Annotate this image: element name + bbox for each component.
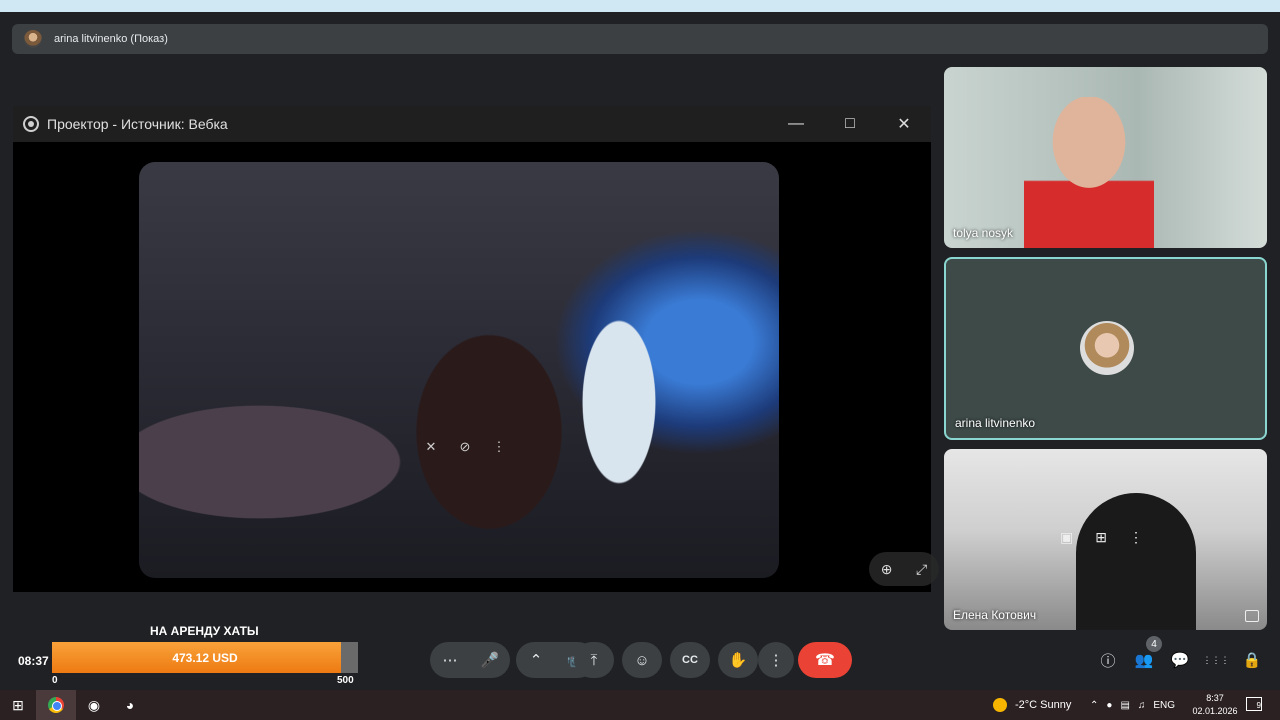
captions-button[interactable]: CC — [670, 642, 710, 678]
emoji-button[interactable]: ☺ — [622, 642, 662, 678]
picture-in-picture-icon[interactable] — [1245, 610, 1259, 622]
network-icon[interactable]: ▤ — [1120, 700, 1129, 711]
participant-tile[interactable]: tolya nosyk — [944, 67, 1267, 248]
system-tray: ⌃ ● ▤ ♫ ENG — [1090, 690, 1175, 720]
present-button[interactable]: ⤒ — [574, 642, 614, 678]
avatar — [1080, 321, 1134, 375]
avatar — [24, 30, 42, 48]
participant-name: tolya nosyk — [953, 226, 1014, 240]
zoom-controls: ⊕ ⤢ — [869, 552, 939, 586]
minimize-button[interactable]: — — [769, 106, 823, 142]
donation-progress-bar: 473.12 USD — [52, 642, 358, 673]
participant-tile-active[interactable]: arina litvinenko — [944, 257, 1267, 440]
more-actions-button[interactable]: ⋮ — [758, 642, 794, 678]
obs-icon — [23, 116, 39, 132]
chat-icon[interactable]: 💬 — [1169, 648, 1191, 672]
mic-tray-icon[interactable]: ● — [1106, 700, 1112, 711]
participant-name: arina litvinenko — [955, 416, 1036, 430]
mute-icon[interactable]: ⊘ — [457, 439, 473, 455]
mic-group: ⋯ 🎤 — [430, 642, 510, 678]
webcam-video — [139, 162, 779, 578]
close-button[interactable]: ✕ — [877, 106, 931, 142]
right-panel-icons: ⓘ 👥 💬 ⋮⋮⋮ 🔒 — [1097, 648, 1263, 672]
progress-max: 500 — [337, 675, 354, 686]
start-icon[interactable]: ⊞ — [0, 690, 36, 720]
obs-taskbar-icon[interactable]: ◉ — [76, 690, 112, 720]
zoom-in-icon[interactable]: ⊕ — [881, 561, 893, 578]
control-group: ⋯ 🎤 ⌃ 📹 — [430, 642, 596, 678]
sun-icon — [993, 698, 1007, 712]
maximize-button[interactable]: □ — [823, 106, 877, 142]
donation-amount: 473.12 USD — [172, 650, 238, 665]
end-call-button[interactable]: ☎ — [798, 642, 852, 678]
raise-hand-button[interactable]: ✋ — [718, 642, 758, 678]
maximize-icon: □ — [845, 115, 855, 132]
close-icon: ✕ — [897, 116, 911, 133]
participant-video — [1024, 97, 1154, 248]
more-options-button[interactable]: ⋯ — [430, 642, 470, 678]
projector-titlebar: Проектор - Источник: Вебка — □ ✕ — [13, 106, 931, 142]
mic-button[interactable]: 🎤 — [470, 642, 510, 678]
weather-text: -2°C Sunny — [1015, 699, 1072, 711]
fullscreen-icon[interactable]: ⤢ — [916, 561, 927, 578]
minimize-icon: — — [788, 115, 804, 132]
browser-tab-strip — [0, 0, 1280, 12]
clock-time: 8:37 — [1206, 693, 1224, 703]
more-vert-icon[interactable]: ⋮ — [1129, 529, 1143, 546]
time-readout: 08:37 — [18, 654, 49, 668]
presenter-label: arina litvinenko (Показ) — [54, 33, 168, 45]
host-controls-icon[interactable]: 🔒 — [1241, 648, 1263, 672]
video-overlay-controls: ✕ ⊘ ⋮ — [423, 439, 507, 455]
chevron-up-icon[interactable]: ⌃ — [1090, 700, 1098, 711]
language-indicator[interactable]: ENG — [1153, 700, 1175, 711]
weather-widget[interactable]: -2°C Sunny — [993, 690, 1071, 720]
presenter-bar: arina litvinenko (Показ) — [12, 24, 1268, 54]
edge-taskbar-icon[interactable]: ◕ — [112, 690, 148, 720]
chrome-taskbar-button[interactable] — [36, 690, 76, 720]
add-to-screen-icon[interactable]: ⊞ — [1095, 529, 1107, 546]
clock-date: 02.01.2026 — [1192, 706, 1238, 716]
chrome-icon — [48, 697, 64, 713]
participant-video — [1076, 493, 1196, 630]
volume-icon[interactable]: ♫ — [1138, 700, 1146, 711]
activities-icon[interactable]: ⋮⋮⋮ — [1203, 648, 1230, 672]
tile-controls: ▣ ⊞ ⋮ — [1060, 529, 1143, 546]
projector-title: Проектор - Источник: Вебка — [47, 116, 228, 132]
donation-title: НА АРЕНДУ ХАТЫ — [150, 624, 259, 638]
projector-window: Проектор - Источник: Вебка — □ ✕ ✕ ⊘ ⋮ ⊕… — [13, 106, 939, 592]
notifications-icon[interactable]: 9 — [1246, 697, 1262, 711]
more-vert-icon[interactable]: ⋮ — [491, 439, 507, 455]
windows-taskbar: ⊞ ◉ ◕ — [0, 690, 1280, 720]
people-count-badge: 4 — [1146, 636, 1162, 652]
participant-name: Елена Котович — [953, 608, 1037, 622]
taskbar-clock[interactable]: 8:37 02.01.2026 — [1190, 692, 1240, 718]
camera-options-button[interactable]: ⌃ — [516, 642, 556, 678]
frame-icon[interactable]: ▣ — [1060, 529, 1073, 546]
unpin-icon[interactable]: ✕ — [423, 439, 439, 455]
participant-tile[interactable]: ▣ ⊞ ⋮ Елена Котович — [944, 449, 1267, 630]
info-icon[interactable]: ⓘ — [1097, 648, 1119, 672]
progress-min: 0 — [52, 675, 58, 686]
